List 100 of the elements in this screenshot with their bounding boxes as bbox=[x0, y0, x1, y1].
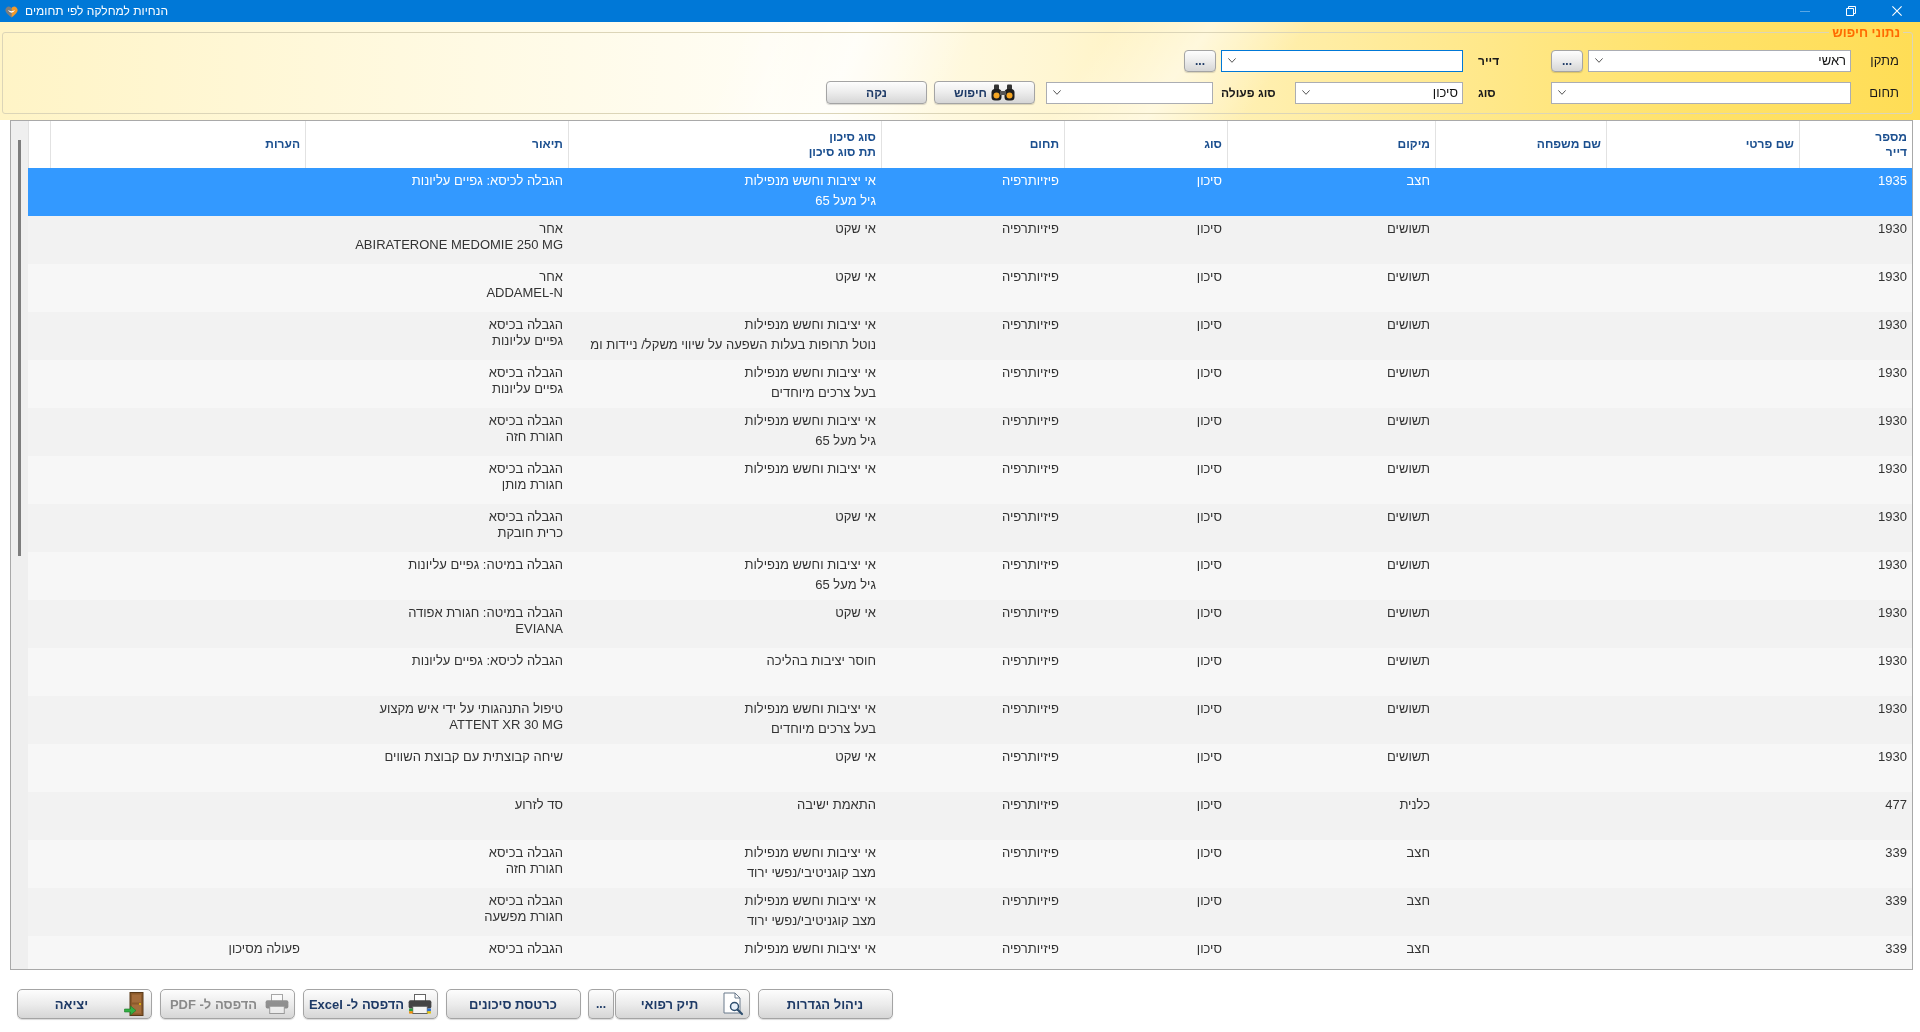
risk-subtype-text: נוטל תרופות בעלות השפעה על שיווי משקל/ ניידות ומ bbox=[590, 337, 876, 353]
scrollbar-thumb[interactable] bbox=[18, 140, 21, 556]
table-cell: פיזיותרפיה bbox=[1001, 893, 1059, 909]
table-cell: תשושים bbox=[1387, 413, 1430, 429]
table-cell: תשושים bbox=[1387, 317, 1430, 333]
more-button[interactable]: ... bbox=[588, 989, 614, 1019]
risk-type-text: אי שקט bbox=[835, 269, 876, 285]
risk-type-text: אי יציבות וחשש מנפילות bbox=[744, 413, 876, 429]
risk-type-text: אי יציבות וחשש מנפילות bbox=[744, 701, 876, 717]
table-cell: סיכון bbox=[1196, 317, 1222, 333]
table-cell: פיזיותרפיה bbox=[1001, 365, 1059, 381]
search-button[interactable]: חיפוש bbox=[934, 81, 1035, 104]
risk-type-text: אי שקט bbox=[835, 749, 876, 765]
table-cell: 1930 bbox=[1878, 509, 1907, 525]
table-cell: הגבלה בכיסא כרית חובקת bbox=[488, 509, 563, 541]
table-cell: פיזיותרפיה bbox=[1001, 749, 1059, 765]
dropdown-field[interactable] bbox=[1046, 81, 1213, 104]
excel-print-button[interactable]: הדפסה ל- Excel bbox=[303, 989, 438, 1019]
clear-button[interactable]: נקה bbox=[826, 81, 927, 104]
table-cell: פיזיותרפיה bbox=[1001, 269, 1059, 285]
table-cell: חצב bbox=[1406, 893, 1430, 909]
risk-type-text: אי שקט bbox=[835, 605, 876, 621]
risk-type-text: אי יציבות וחשש מנפילות bbox=[744, 941, 876, 957]
risk-subtype-text: גיל מעל 65 bbox=[815, 193, 876, 209]
table-cell: 1930 bbox=[1878, 605, 1907, 621]
dropdown-field[interactable]: ראשי bbox=[1588, 49, 1851, 72]
table-cell: 1930 bbox=[1878, 461, 1907, 477]
column-header: תיאור bbox=[532, 137, 563, 152]
table-cell: טיפול התנהגותי על ידי איש מקצוע ATTENT XR 30 MG bbox=[379, 701, 563, 733]
risk-type-text: אי יציבות וחשש מנפילות bbox=[744, 461, 876, 477]
field-label: דייר bbox=[1477, 53, 1501, 68]
restore-icon bbox=[1846, 6, 1856, 16]
table-cell: פיזיותרפיה bbox=[1001, 461, 1059, 477]
table-cell: פיזיותרפיה bbox=[1001, 557, 1059, 573]
table-cell: פיזיותרפיה bbox=[1001, 797, 1059, 813]
binoculars-icon bbox=[990, 84, 1015, 101]
risk-subtype-text: גיל מעל 65 bbox=[815, 433, 876, 449]
risk-type-text: אי שקט bbox=[835, 221, 876, 237]
table-cell: סיכון bbox=[1196, 269, 1222, 285]
chevron-down-icon bbox=[1228, 58, 1236, 63]
table-cell: הגבלה במיטה: גפיים עליונות bbox=[408, 557, 563, 573]
column-header: סוג סיכון תת סוג סיכון bbox=[808, 129, 876, 160]
dropdown-field[interactable] bbox=[1221, 49, 1463, 72]
browse-button[interactable]: ... bbox=[1184, 49, 1216, 72]
table-cell: אחר ABIRATERONE MEDOMIE 250 MG bbox=[355, 221, 563, 253]
table-cell: 1930 bbox=[1878, 365, 1907, 381]
exit-button[interactable]: יציאה bbox=[17, 989, 152, 1019]
table-cell: 1930 bbox=[1878, 413, 1907, 429]
action-button[interactable]: כרטסת סיכונים bbox=[446, 989, 581, 1019]
table-cell: 1930 bbox=[1878, 557, 1907, 573]
heart-icon bbox=[4, 4, 19, 18]
table-cell: תשושים bbox=[1387, 605, 1430, 621]
table-cell: סיכון bbox=[1196, 749, 1222, 765]
table-cell: סיכון bbox=[1196, 941, 1222, 957]
risk-type-text: אי שקט bbox=[835, 509, 876, 525]
table-cell: שיחה קבוצתית עם קבוצת השווים bbox=[384, 749, 563, 765]
medical-file-button[interactable]: תיק רפואי bbox=[615, 989, 750, 1019]
table-cell: תשושים bbox=[1387, 269, 1430, 285]
table-cell: כלנית bbox=[1399, 797, 1430, 813]
table-cell: הגבלה בכיסא חגורת חזה bbox=[488, 845, 563, 877]
column-header: סוג bbox=[1204, 137, 1222, 152]
risk-subtype-text: מצב קוגניטיבי/נפשי ירוד bbox=[746, 865, 876, 881]
table-cell: פיזיותרפיה bbox=[1001, 653, 1059, 669]
table-cell: הגבלה לכיסא: גפיים עליונות bbox=[411, 173, 563, 189]
risk-type-text: אי יציבות וחשש מנפילות bbox=[744, 365, 876, 381]
table-cell: סיכון bbox=[1196, 893, 1222, 909]
table-cell: הגבלה בכיסא חגורת מותן bbox=[488, 461, 563, 493]
dropdown-field[interactable]: סיכון bbox=[1295, 81, 1463, 104]
table-cell: סיכון bbox=[1196, 701, 1222, 717]
table-cell: סיכון bbox=[1196, 509, 1222, 525]
table-cell: 1930 bbox=[1878, 317, 1907, 333]
table-cell: תשושים bbox=[1387, 701, 1430, 717]
risk-type-text: חוסר יציבות בהליכה bbox=[766, 653, 876, 669]
table-cell: פיזיותרפיה bbox=[1001, 605, 1059, 621]
table-cell: חצב bbox=[1406, 845, 1430, 861]
risk-subtype-text: מצב קוגניטיבי/נפשי ירוד bbox=[746, 913, 876, 929]
dropdown-field[interactable] bbox=[1551, 81, 1851, 104]
column-header: תחום bbox=[1029, 137, 1059, 152]
table-cell: 1935 bbox=[1878, 173, 1907, 189]
table-cell: 1930 bbox=[1878, 269, 1907, 285]
table-cell: פיזיותרפיה bbox=[1001, 317, 1059, 333]
column-header: שם משפחה bbox=[1536, 137, 1601, 152]
table-cell: פיזיותרפיה bbox=[1001, 413, 1059, 429]
table-cell: 477 bbox=[1885, 797, 1907, 813]
table-cell: פיזיותרפיה bbox=[1001, 221, 1059, 237]
column-header: מיקום bbox=[1397, 137, 1430, 152]
table-cell: פיזיותרפיה bbox=[1001, 701, 1059, 717]
table-cell: פיזיותרפיה bbox=[1001, 173, 1059, 189]
risk-type-text: אי יציבות וחשש מנפילות bbox=[744, 317, 876, 333]
printer-icon bbox=[265, 994, 289, 1014]
table-cell: 1930 bbox=[1878, 701, 1907, 717]
window-title: הנחיות למחלקה לפי תחומים bbox=[25, 4, 168, 18]
table-cell: הגבלה במיטה: חגורת אפודה EVIANA bbox=[408, 605, 563, 637]
table-cell: 1930 bbox=[1878, 221, 1907, 237]
chevron-down-icon bbox=[1595, 58, 1603, 63]
browse-button[interactable]: ... bbox=[1551, 49, 1583, 72]
minimize-icon bbox=[1800, 10, 1810, 12]
risk-subtype-text: בעל צרכים מיוחדים bbox=[771, 385, 876, 401]
action-button[interactable]: ניהול הגדרות bbox=[758, 989, 893, 1019]
table-cell: תשושים bbox=[1387, 461, 1430, 477]
